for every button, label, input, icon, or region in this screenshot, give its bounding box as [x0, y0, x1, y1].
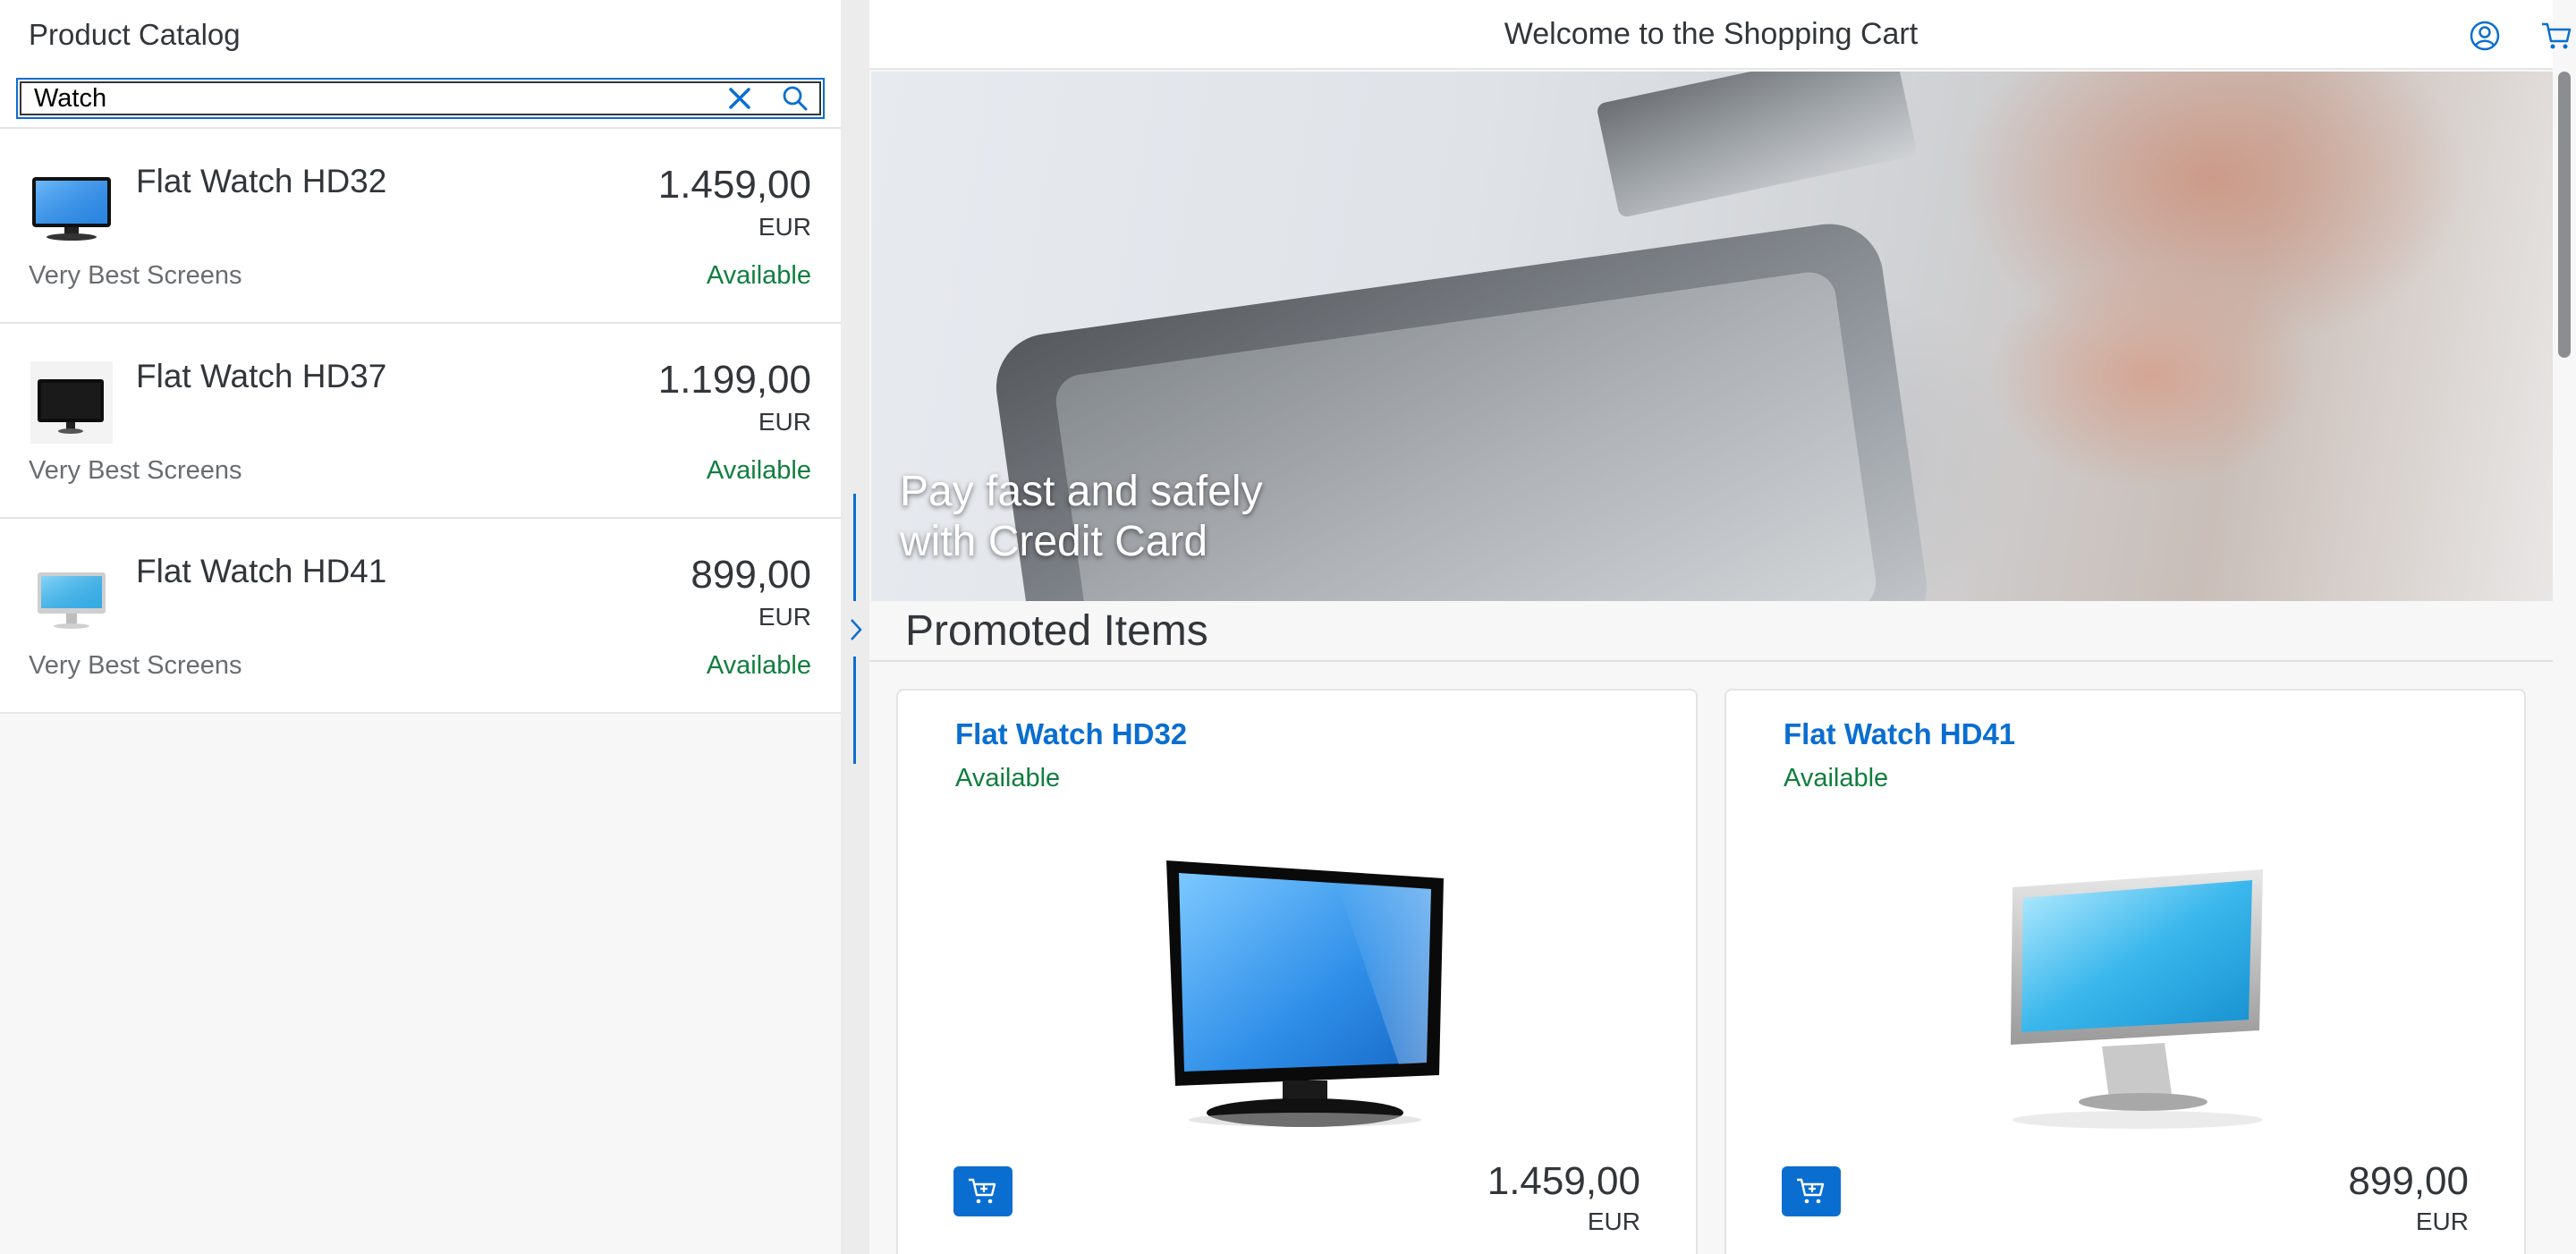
item-currency: EUR [758, 408, 811, 436]
card-price: 899,00 [2348, 1159, 2469, 1203]
product-image[interactable] [1113, 852, 1488, 1138]
add-to-cart-button[interactable] [1782, 1166, 1841, 1216]
item-supplier: Very Best Screens [29, 651, 242, 680]
chevron-right-icon[interactable] [846, 615, 866, 644]
search-input[interactable] [34, 83, 712, 114]
card-price: 1.459,00 [1487, 1159, 1640, 1203]
search-bar [0, 70, 841, 129]
hero-caption-line1: Pay fast and safely [900, 468, 1263, 515]
add-to-cart-button[interactable] [953, 1166, 1013, 1216]
master-pane: Product Catalog Flat Watch HD32 1. [0, 0, 841, 1254]
card-title-link[interactable]: Flat Watch HD32 [955, 717, 1187, 751]
list-item[interactable]: Flat Watch HD37 1.199,00 EUR Very Best S… [0, 324, 841, 519]
splitter[interactable] [841, 0, 869, 1254]
product-card: Flat Watch HD41 Available 899,00 EUR [1724, 689, 2526, 1254]
status-badge: Available [1784, 764, 1889, 792]
page-title: Product Catalog [29, 18, 241, 51]
cart-icon[interactable] [2533, 13, 2576, 59]
item-supplier: Very Best Screens [29, 456, 242, 485]
item-price: 1.199,00 [657, 358, 811, 402]
detail-pane: Welcome to the Shopping Cart Pay fast an… [869, 0, 2572, 1254]
hero-caption-line2: with Credit Card [900, 518, 1208, 565]
product-thumbnail [29, 555, 114, 640]
item-supplier: Very Best Screens [29, 261, 242, 290]
card-currency: EUR [2415, 1207, 2469, 1235]
product-thumbnail [29, 165, 114, 250]
splitter-handle[interactable] [853, 657, 856, 764]
product-thumbnail [29, 360, 114, 445]
scrollbar[interactable] [2553, 70, 2576, 1254]
item-title: Flat Watch HD41 [136, 553, 387, 589]
status-badge: Available [706, 261, 811, 290]
scrollbar-thumb[interactable] [2558, 72, 2571, 358]
detail-title: Welcome to the Shopping Cart [1504, 16, 1919, 51]
divider [869, 660, 2553, 662]
add-to-cart-icon [1797, 1178, 1825, 1204]
splitter-handle[interactable] [853, 494, 856, 601]
search-icon[interactable] [767, 80, 823, 117]
hero-credit-card-illustration [1596, 72, 1918, 218]
item-price: 1.459,00 [657, 163, 811, 207]
status-badge: Available [706, 456, 811, 485]
item-title: Flat Watch HD32 [136, 163, 387, 199]
item-currency: EUR [758, 603, 811, 631]
item-currency: EUR [758, 213, 811, 241]
status-badge: Available [955, 764, 1061, 792]
list-item[interactable]: Flat Watch HD32 1.459,00 EUR Very Best S… [0, 129, 841, 324]
item-title: Flat Watch HD37 [136, 358, 387, 394]
account-icon[interactable] [2462, 13, 2508, 59]
section-title: Promoted Items [905, 607, 1208, 655]
status-badge: Available [706, 651, 811, 680]
search-field[interactable] [16, 78, 825, 119]
detail-header: Welcome to the Shopping Cart [869, 0, 2572, 70]
card-currency: EUR [1587, 1207, 1640, 1235]
close-icon[interactable] [712, 80, 767, 117]
add-to-cart-icon [969, 1178, 996, 1204]
product-image[interactable] [1941, 852, 2317, 1138]
hero-banner: Pay fast and safely with Credit Card [871, 72, 2553, 601]
product-card: Flat Watch HD32 Available 1.459,00 EUR [896, 689, 1698, 1254]
item-price: 899,00 [691, 553, 811, 597]
list-item[interactable]: Flat Watch HD41 899,00 EUR Very Best Scr… [0, 519, 841, 714]
hero-caption: Pay fast and safely with Credit Card [900, 467, 1263, 567]
card-title-link[interactable]: Flat Watch HD41 [1784, 717, 2015, 751]
master-header: Product Catalog [0, 0, 841, 70]
